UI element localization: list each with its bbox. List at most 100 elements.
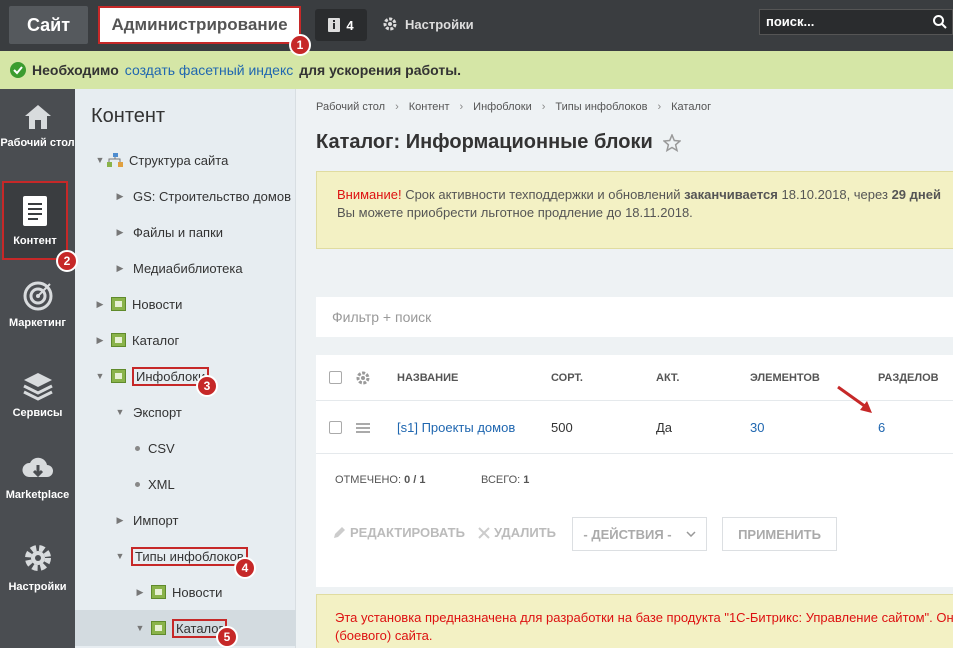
tree-item-iblock-types[interactable]: ▼ Типы инфоблоков [75,538,296,574]
menu-marketing[interactable]: Маркетинг [0,281,75,330]
info-icon [328,18,341,32]
actions-select-value: - ДЕЙСТВИЯ - [583,526,672,542]
chevron-down-icon [686,531,696,537]
elements-count-link[interactable]: 30 [750,402,764,453]
apply-button[interactable]: ПРИМЕНИТЬ [722,517,837,551]
tree-item-iblocks[interactable]: ▼ Инфоблоки [75,358,296,394]
select-all-checkbox[interactable] [329,371,342,384]
menu-services-label: Сервисы [12,407,63,419]
tree-item-files[interactable]: ▶ Файлы и папки [75,214,296,250]
tree-item-catalog[interactable]: ▶ Каталог [75,322,296,358]
expand-arrow-icon[interactable]: ▶ [113,515,127,526]
filter-search-input[interactable]: Фильтр + поиск [316,297,953,337]
content-tree: Контент ▼ Структура сайта ▶ GS: Строител… [75,89,296,648]
menu-desktop[interactable]: Рабочий стол [0,103,75,150]
tree-item-site-structure[interactable]: ▼ Структура сайта [75,142,296,178]
tree-item-csv[interactable]: CSV [75,430,296,466]
col-sort[interactable]: СОРТ. [551,355,583,400]
expand-arrow-icon[interactable]: ▶ [113,191,127,202]
expand-arrow-icon[interactable]: ▶ [113,227,127,238]
menu-services[interactable]: Сервисы [0,371,75,420]
breadcrumb-item[interactable]: Контент [409,101,450,113]
target-icon [23,281,52,311]
document-icon [23,196,47,226]
admin-button[interactable]: Администрирование [98,6,301,44]
tree-label: Файлы и папки [133,224,224,240]
breadcrumb-item[interactable]: Каталог [671,101,711,113]
tree-item-export[interactable]: ▼ Экспорт [75,394,296,430]
filter-placeholder: Фильтр + поиск [332,309,432,325]
expand-arrow-icon[interactable]: ▼ [93,155,107,165]
notice-prefix: Необходимо [32,62,119,78]
expand-arrow-icon[interactable]: ▼ [113,407,127,417]
col-active[interactable]: АКТ. [656,355,679,400]
breadcrumb-separator-icon: › [657,101,662,113]
actions-select[interactable]: - ДЕЙСТВИЯ - [572,517,707,551]
row-menu-icon[interactable] [356,422,370,433]
notifications-count: 4 [346,17,354,33]
iblock-name-link[interactable]: [s1] Проекты домов [397,402,515,453]
expand-arrow-icon[interactable]: ▶ [113,263,127,274]
breadcrumb: Рабочий стол › Контент › Инфоблоки › Тип… [316,101,711,113]
breadcrumb-item[interactable]: Инфоблоки [473,101,532,113]
settings-link[interactable]: Настройки [383,14,474,34]
breadcrumb-item[interactable]: Рабочий стол [316,101,385,113]
bottom-notice-line-2: (боевого) сайта. [335,628,433,643]
sections-count-link[interactable]: 6 [878,402,885,453]
tree-label: Импорт [133,512,179,528]
create-facet-index-link[interactable]: создать фасетный индекс [125,62,293,78]
annotation-badge-3: 3 [196,375,218,397]
menu-settings[interactable]: Настройки [0,543,75,594]
col-elements[interactable]: ЭЛЕМЕНТОВ [750,355,820,400]
star-icon[interactable] [662,133,681,152]
warning-bold-1: заканчивается [684,187,778,202]
tree-item-medialib[interactable]: ▶ Медиабиблиотека [75,250,296,286]
tree-item-gs-site[interactable]: ▶ GS: Строительство домов [75,178,296,214]
expand-arrow-icon[interactable]: ▼ [113,551,127,561]
cell-sort: 500 [551,420,573,435]
row-checkbox[interactable] [329,421,342,434]
settings-label: Настройки [405,16,474,32]
notice-suffix: для ускорения работы. [299,62,462,78]
total-value: 1 [523,474,530,486]
top-bar: Сайт Администрирование 4 Настройки поиск… [0,0,953,51]
gear-icon[interactable] [356,371,370,385]
gear-icon [383,17,397,31]
tree-label: Структура сайта [129,152,229,168]
page-title: Каталог: Информационные блоки [316,131,681,154]
tree-item-types-catalog[interactable]: ▼ Каталог [75,610,296,646]
page-title-text: Каталог: Информационные блоки [316,131,653,153]
expand-arrow-icon[interactable]: ▶ [93,335,107,346]
menu-marketplace-label: Marketplace [5,489,70,501]
bottom-notice: Эта установка предназначена для разработ… [316,594,953,648]
col-sections[interactable]: РАЗДЕЛОВ [878,355,939,400]
menu-marketplace[interactable]: Marketplace [0,455,75,502]
marked-label: ОТМЕЧЕНО: [335,474,401,486]
tree-item-import[interactable]: ▶ Импорт [75,502,296,538]
search-input[interactable]: поиск... [759,9,953,35]
col-name[interactable]: НАЗВАНИЕ [397,355,458,400]
annotation-badge-5: 5 [216,626,238,648]
tree-label: Медиабиблиотека [133,260,243,276]
tree-item-xml[interactable]: XML [75,466,296,502]
breadcrumb-separator-icon: › [395,101,399,113]
site-button[interactable]: Сайт [9,6,88,44]
expand-arrow-icon[interactable]: ▶ [133,587,147,598]
delete-button[interactable]: УДАЛИТЬ [478,525,556,540]
expand-arrow-icon[interactable]: ▼ [93,371,107,381]
tree-item-types-news[interactable]: ▶ Новости [75,574,296,610]
expand-arrow-icon[interactable]: ▼ [133,623,147,633]
notifications-button[interactable]: 4 [315,9,367,41]
iblock-icon [111,333,126,347]
tree-item-news[interactable]: ▶ Новости [75,286,296,322]
edit-button[interactable]: РЕДАКТИРОВАТЬ [332,525,465,540]
breadcrumb-item[interactable]: Типы инфоблоков [555,101,647,113]
search-icon[interactable] [932,14,948,30]
search-placeholder: поиск... [766,14,815,29]
bottom-notice-line-1: Эта установка предназначена для разработ… [335,610,953,625]
expand-arrow-icon[interactable]: ▶ [93,299,107,310]
check-circle-icon [10,62,26,78]
iblock-icon [151,585,166,599]
menu-content[interactable]: Контент [2,181,68,260]
facet-index-notice: Необходимо создать фасетный индекс для у… [0,51,953,89]
